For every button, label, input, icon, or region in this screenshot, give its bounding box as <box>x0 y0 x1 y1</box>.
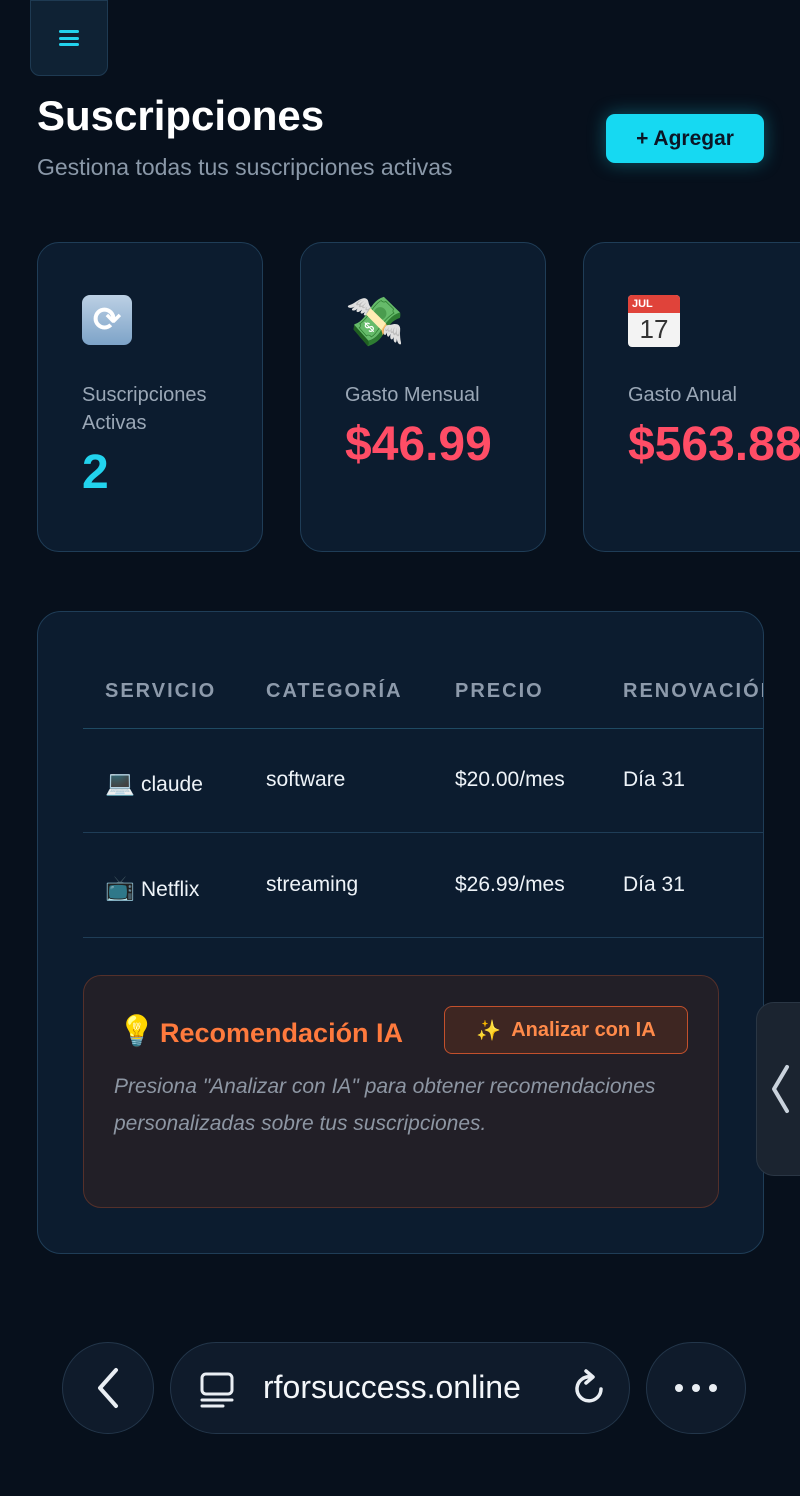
url-text: rforsuccess.online <box>263 1369 521 1405</box>
stat-value: 2 <box>82 446 109 499</box>
laptop-icon: 💻 <box>105 770 135 797</box>
renewal: Día 31 <box>623 768 685 791</box>
column-header-precio[interactable]: PRECIO <box>455 680 544 703</box>
television-icon: 📺 <box>105 875 135 902</box>
recommendation-text: Presiona "Analizar con IA" para obtener … <box>114 1075 656 1135</box>
side-panel-handle[interactable] <box>756 1002 800 1176</box>
subscriptions-table-panel: SERVICIO CATEGORÍA PRECIO RENOVACIÓN 💻 cl… <box>37 611 764 1254</box>
service-name: claude <box>141 773 203 796</box>
row-divider <box>83 937 763 938</box>
reload-icon[interactable] <box>571 1369 609 1409</box>
add-subscription-button[interactable]: + Agregar <box>606 114 764 163</box>
price: $26.99/mes <box>455 873 565 896</box>
recommendation-title: Recomendación IA <box>160 1018 404 1048</box>
ai-recommendation-card: 💡 Recomendación IA ✨ Analizar con IA Pre… <box>83 975 719 1208</box>
menu-button[interactable] <box>30 0 108 76</box>
column-header-servicio[interactable]: SERVICIO <box>105 680 216 703</box>
page: Suscripciones Gestiona todas tus suscrip… <box>0 0 800 1496</box>
cycle-arrows-icon: ⟳ <box>82 295 262 353</box>
page-title: Suscripciones <box>37 92 325 139</box>
analyze-ai-button[interactable]: ✨ Analizar con IA <box>444 1006 688 1054</box>
analyze-ai-label: Analizar con IA <box>511 1018 656 1041</box>
renewal: Día 31 <box>623 873 685 896</box>
stat-card-annual: JUL 17 Gasto Anual $563.88 <box>583 242 800 552</box>
more-dots-icon <box>675 1384 683 1392</box>
tab-overview-icon <box>200 1372 234 1408</box>
stat-label: Gasto Mensual <box>345 384 480 406</box>
category: streaming <box>266 873 359 896</box>
stat-value: $46.99 <box>345 418 492 471</box>
lightbulb-icon: 💡 <box>118 1015 156 1048</box>
stat-value: $563.88 <box>628 418 800 471</box>
price: $20.00/mes <box>455 768 565 791</box>
money-with-wings-icon: 💸 <box>345 296 405 349</box>
hamburger-menu-icon <box>59 30 79 46</box>
service-name: Netflix <box>141 878 200 901</box>
stat-card-monthly: 💸 Gasto Mensual $46.99 <box>300 242 546 552</box>
address-bar[interactable]: rforsuccess.online <box>170 1342 630 1434</box>
sparkles-icon: ✨ <box>476 1019 502 1042</box>
header-divider <box>83 728 763 729</box>
page-subtitle: Gestiona todas tus suscripciones activas <box>37 154 453 180</box>
chevron-left-icon <box>98 1368 118 1408</box>
category: software <box>266 768 346 791</box>
calendar-icon: JUL 17 <box>628 295 800 353</box>
chevron-left-icon <box>772 1065 789 1113</box>
more-options-button[interactable] <box>646 1342 746 1434</box>
stat-card-active: ⟳ Suscripciones Activas 2 <box>37 242 263 552</box>
row-divider <box>83 832 763 833</box>
browser-back-button[interactable] <box>62 1342 154 1434</box>
column-header-categoria[interactable]: CATEGORÍA <box>266 680 403 703</box>
stat-label: Gasto Anual <box>628 384 737 406</box>
column-header-renovacion[interactable]: RENOVACIÓN <box>623 680 763 703</box>
stat-label: Suscripciones Activas <box>82 384 207 434</box>
